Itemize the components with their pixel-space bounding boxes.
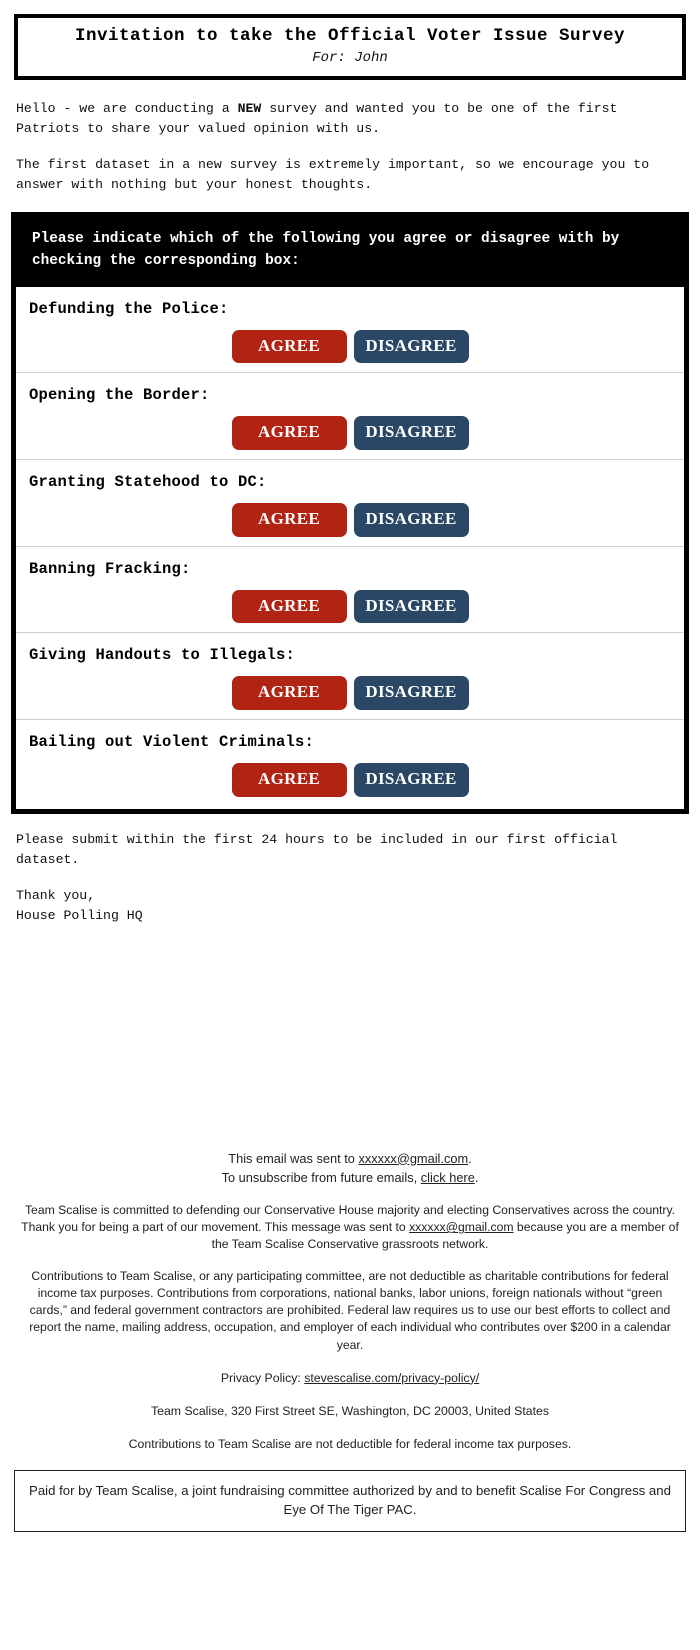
agree-button[interactable]: AGREE [231, 329, 347, 364]
intro-text: Hello - we are conducting a NEW survey a… [16, 99, 684, 196]
intro-paragraph-2: The first dataset in a new survey is ext… [16, 156, 650, 193]
recipient-line: For: John [312, 49, 388, 66]
disagree-button[interactable]: DISAGREE [353, 763, 469, 797]
survey-question-row: Granting Statehood to DC: AGREE DISAGREE [16, 460, 684, 547]
mailing-address: Team Scalise, 320 First Street SE, Washi… [150, 1403, 549, 1418]
paid-for-by-disclaimer: Paid for by Team Scalise, a joint fundra… [14, 1470, 686, 1532]
survey-question-row: Banning Fracking: AGREE DISAGREE [16, 547, 684, 634]
privacy-policy-link[interactable]: stevescalise.com/privacy-policy/ [304, 1371, 479, 1385]
disagree-button[interactable]: DISAGREE [353, 589, 469, 624]
survey-question-row: Opening the Border: AGREE DISAGREE [16, 373, 684, 461]
question-choice-group: AGREE DISAGREE [16, 503, 684, 537]
tax-deductibility-note: Contributions to Team Scalise are not de… [128, 1437, 572, 1452]
unsubscribe-line: To unsubscribe from future emails, click… [18, 1168, 682, 1187]
privacy-policy-line: Privacy Policy: stevescalise.com/privacy… [18, 1370, 682, 1387]
question-label: Banning Fracking: [29, 559, 191, 578]
email-title-banner: Invitation to take the Official Voter Is… [14, 14, 686, 80]
disagree-button[interactable]: DISAGREE [353, 416, 469, 451]
mission-statement: Team Scalise is committed to defending o… [18, 1202, 682, 1253]
unsubscribe-suffix: . [474, 1169, 479, 1185]
agree-button[interactable]: AGREE [231, 416, 347, 451]
question-label: Bailing out Violent Criminals: [29, 733, 315, 752]
intro-paragraph-1: Hello - we are conducting a NEW survey a… [16, 99, 684, 140]
survey-question-list: Defunding the Police: AGREE DISAGREE Ope… [16, 286, 684, 809]
question-label: Opening the Border: [29, 386, 210, 405]
page-title: Invitation to take the Official Voter Is… [74, 26, 626, 46]
unsubscribe-prefix: To unsubscribe from future emails, [221, 1169, 421, 1185]
email-footer: This email was sent to xxxxxx@gmail.com.… [18, 1149, 682, 1454]
agree-button[interactable]: AGREE [231, 676, 347, 711]
question-label: Defunding the Police: [29, 299, 229, 318]
signoff: Thank you, House Polling HQ [16, 886, 684, 927]
survey-question-row: Defunding the Police: AGREE DISAGREE [16, 287, 684, 374]
email-page: Invitation to take the Official Voter Is… [0, 14, 700, 1532]
intro-p1-part1: Hello - we are conducting a [16, 100, 238, 116]
question-choice-group: AGREE DISAGREE [16, 329, 684, 364]
survey-question-row: Giving Handouts to Illegals: AGREE DISAG… [16, 633, 684, 721]
survey-instruction: Please indicate which of the following y… [16, 217, 684, 287]
agree-button[interactable]: AGREE [231, 503, 347, 537]
question-choice-group: AGREE DISAGREE [16, 763, 684, 797]
deadline-note: Please submit within the first 24 hours … [16, 831, 618, 868]
question-choice-group: AGREE DISAGREE [16, 416, 684, 451]
signoff-thanks: Thank you, [16, 887, 96, 903]
mission-email-link[interactable]: xxxxxx@gmail.com [409, 1220, 513, 1234]
sent-to-suffix: . [468, 1150, 472, 1166]
disagree-button[interactable]: DISAGREE [353, 329, 469, 364]
sent-to-block: This email was sent to xxxxxx@gmail.com.… [18, 1149, 682, 1187]
question-choice-group: AGREE DISAGREE [16, 589, 684, 624]
intro-emphasis-new: NEW [237, 100, 262, 116]
sent-to-prefix: This email was sent to [228, 1150, 359, 1166]
survey-box: Please indicate which of the following y… [11, 212, 689, 814]
unsubscribe-link[interactable]: click here [421, 1170, 475, 1185]
legal-disclaimer: Contributions to Team Scalise, or any pa… [29, 1269, 671, 1352]
agree-button[interactable]: AGREE [231, 763, 347, 797]
privacy-prefix: Privacy Policy: [220, 1370, 305, 1385]
question-choice-group: AGREE DISAGREE [16, 676, 684, 711]
survey-question-row: Bailing out Violent Criminals: AGREE DIS… [16, 720, 684, 809]
recipient-email-link[interactable]: xxxxxx@gmail.com [358, 1151, 468, 1166]
disagree-button[interactable]: DISAGREE [353, 503, 469, 537]
sent-to-line: This email was sent to xxxxxx@gmail.com. [18, 1149, 682, 1168]
disagree-button[interactable]: DISAGREE [353, 676, 469, 711]
agree-button[interactable]: AGREE [231, 589, 347, 624]
question-label: Granting Statehood to DC: [29, 473, 267, 492]
closing-text: Please submit within the first 24 hours … [16, 830, 684, 927]
question-label: Giving Handouts to Illegals: [29, 646, 296, 665]
signoff-org: House Polling HQ [16, 908, 143, 924]
